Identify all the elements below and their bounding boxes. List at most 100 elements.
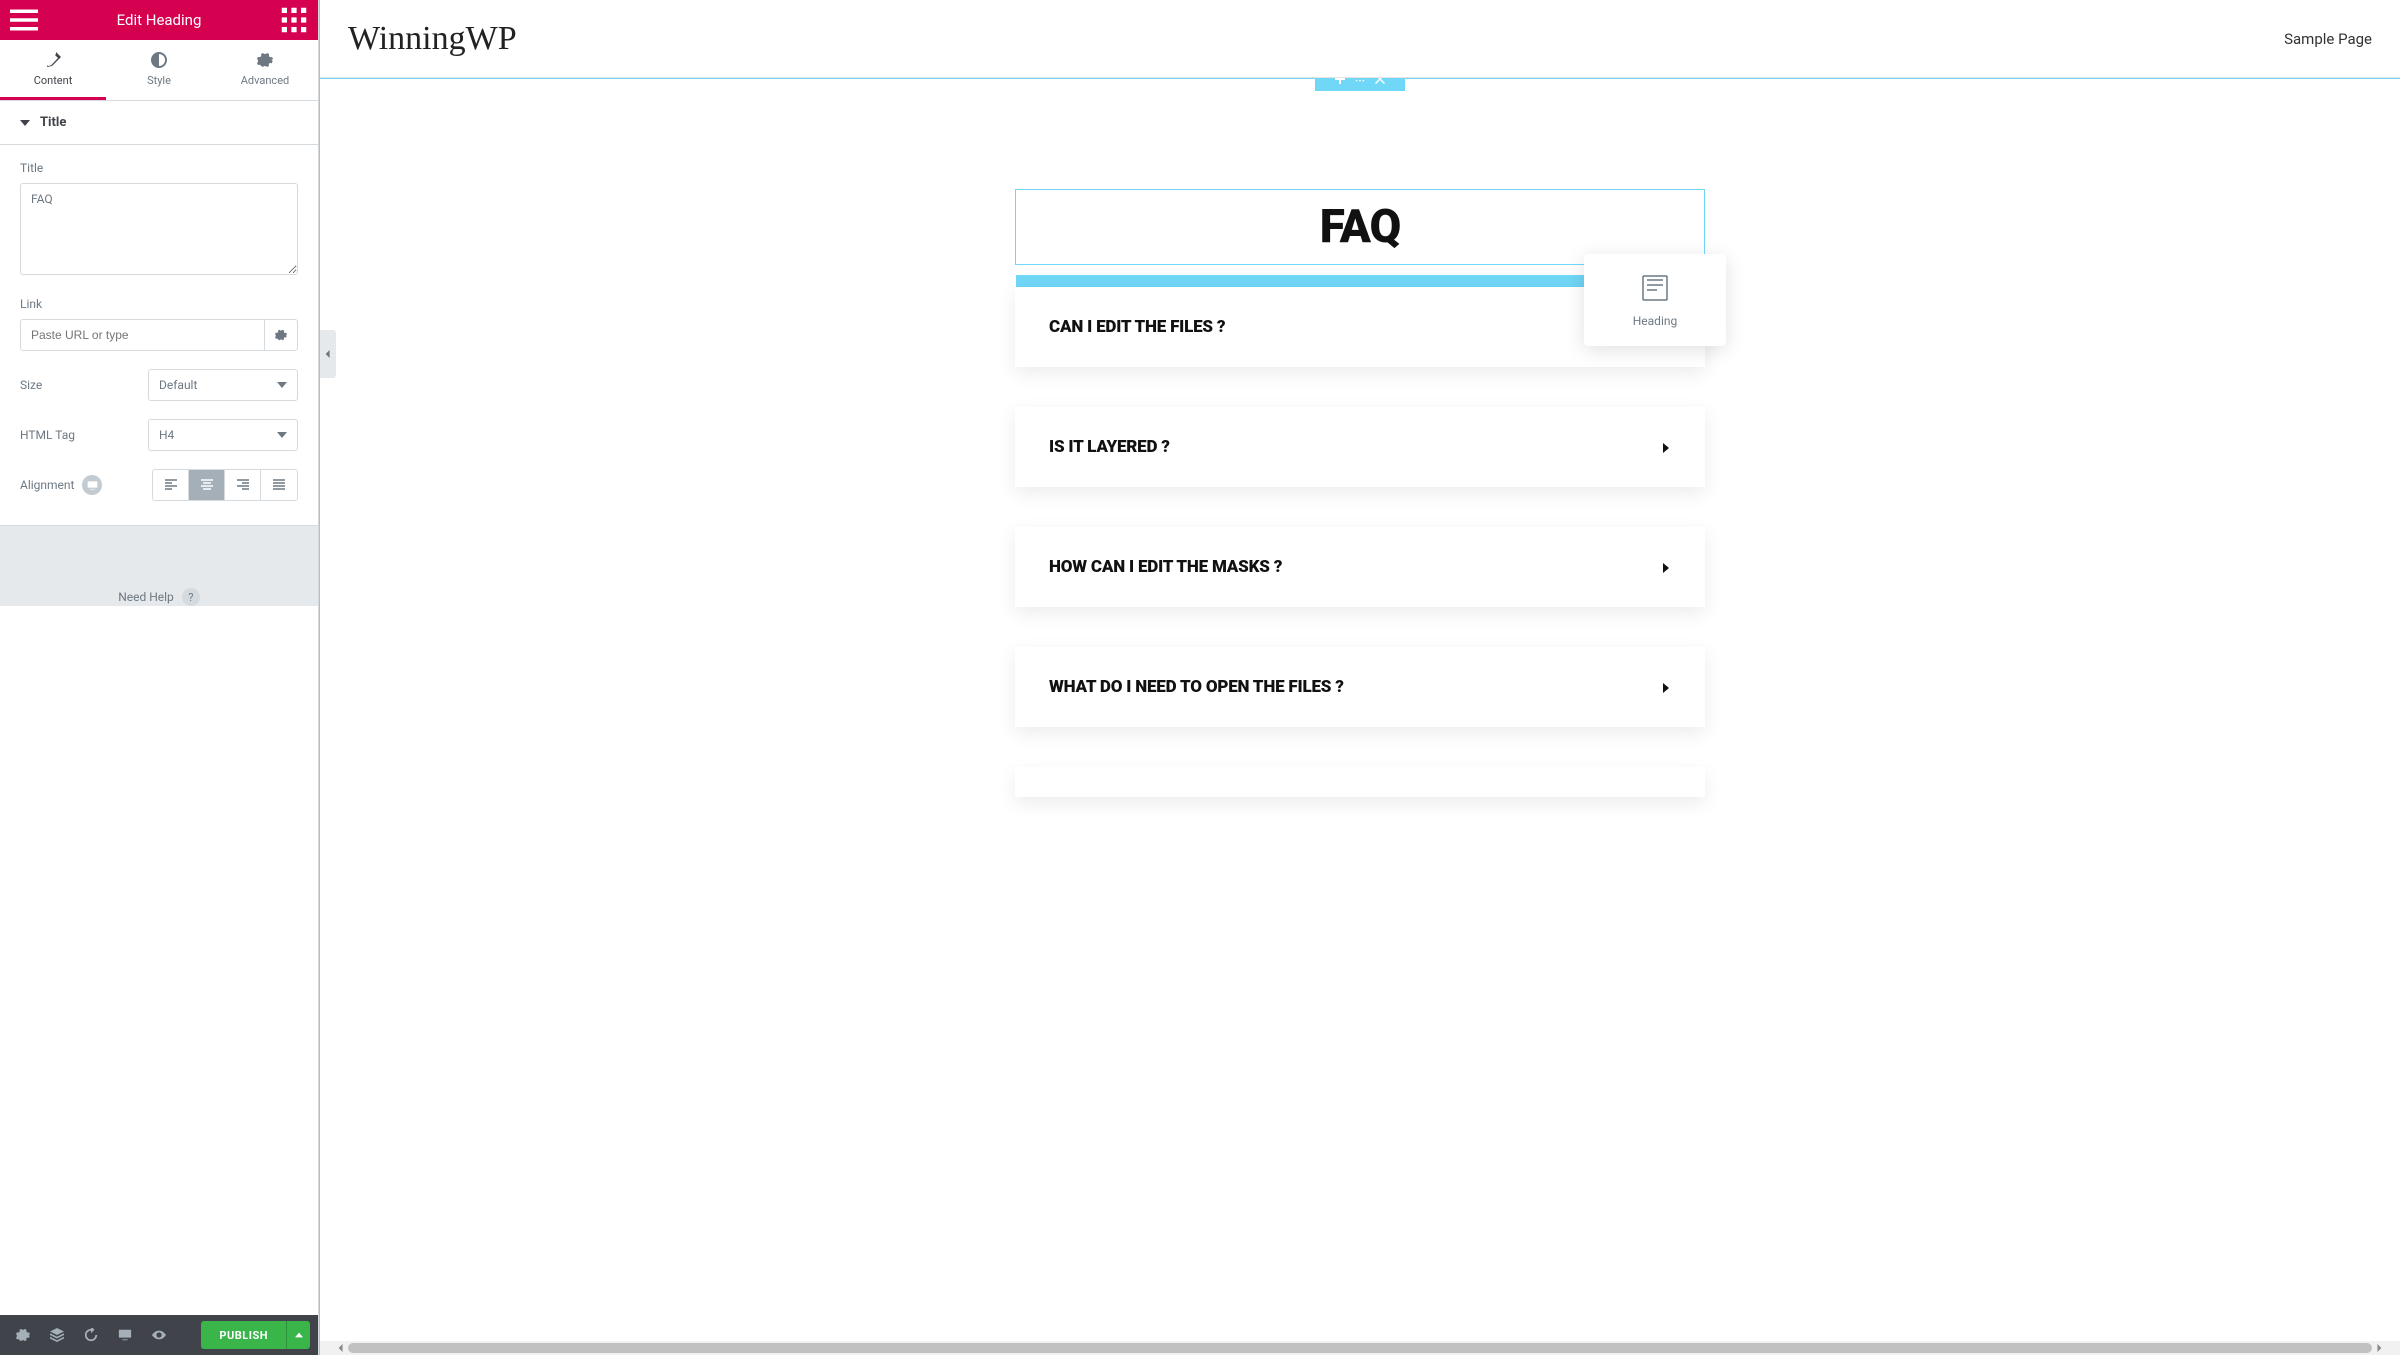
desktop-icon xyxy=(118,1328,132,1342)
controls: Title Link Size Default xyxy=(0,145,318,526)
alignment-control: Alignment xyxy=(20,469,298,501)
add-section-button[interactable] xyxy=(1335,78,1345,84)
grid-icon xyxy=(280,6,308,34)
link-input[interactable] xyxy=(20,319,264,351)
chevron-left-icon xyxy=(324,350,332,358)
menu-button[interactable] xyxy=(10,6,38,34)
site-header: WinningWP Sample Page xyxy=(320,0,2400,78)
accordion: CAN I EDIT THE FILES ? IS IT LAYERED ? H… xyxy=(1015,287,1705,797)
contrast-icon xyxy=(151,52,167,68)
accordion-item[interactable]: IS IT LAYERED ? xyxy=(1015,407,1705,487)
history-icon xyxy=(84,1328,98,1342)
delete-section-button[interactable] xyxy=(1375,78,1385,84)
dragging-widget-preview[interactable]: Heading xyxy=(1584,254,1726,346)
need-help-label: Need Help xyxy=(118,590,174,604)
section: FAQ Heading CAN I EDIT THE FILES ? xyxy=(320,78,2400,797)
section-handle xyxy=(1315,78,1405,91)
close-icon xyxy=(1375,78,1385,84)
navigator-button[interactable] xyxy=(42,1320,72,1350)
caret-right-icon xyxy=(1661,563,1671,573)
alignment-field-label: Alignment xyxy=(20,475,102,495)
align-right-button[interactable] xyxy=(225,470,261,500)
scrollbar-thumb[interactable] xyxy=(348,1343,2372,1353)
link-control: Link xyxy=(20,297,298,351)
gear-icon xyxy=(257,52,273,68)
publish-options-button[interactable] xyxy=(286,1321,310,1349)
preview-button[interactable] xyxy=(144,1320,174,1350)
plus-icon xyxy=(1335,78,1345,84)
heading-widget-selected[interactable]: FAQ Heading xyxy=(1015,189,1705,265)
history-button[interactable] xyxy=(76,1320,106,1350)
tab-style[interactable]: Style xyxy=(106,40,212,100)
panel-collapse-toggle[interactable] xyxy=(320,330,336,378)
accordion-title: IS IT LAYERED ? xyxy=(1049,437,1170,457)
panel-title: Edit Heading xyxy=(117,11,202,29)
need-help-link[interactable]: Need Help ? xyxy=(118,588,200,606)
publish-button[interactable]: PUBLISH xyxy=(201,1321,286,1349)
tab-advanced[interactable]: Advanced xyxy=(212,40,318,100)
html-tag-control: HTML Tag H4 xyxy=(20,419,298,451)
publish-group: PUBLISH xyxy=(201,1321,310,1349)
size-control: Size Default xyxy=(20,369,298,401)
panel-header: Edit Heading xyxy=(0,0,318,40)
faq-heading: FAQ xyxy=(1016,200,1704,254)
help-icon: ? xyxy=(182,588,200,606)
eye-icon xyxy=(152,1328,166,1342)
caret-right-icon xyxy=(1661,443,1671,453)
caret-down-icon xyxy=(20,118,30,128)
tab-style-label: Style xyxy=(147,74,171,87)
tab-advanced-label: Advanced xyxy=(241,74,289,87)
size-field-label: Size xyxy=(20,378,42,392)
size-select[interactable]: Default xyxy=(148,369,298,401)
preview-canvas: FAQ Heading CAN I EDIT THE FILES ? xyxy=(320,78,2400,1355)
accordion-item[interactable] xyxy=(1015,767,1705,797)
align-left-button[interactable] xyxy=(153,470,189,500)
panel-empty-area: Need Help ? xyxy=(0,526,318,606)
link-options-button[interactable] xyxy=(264,319,298,351)
section-title-toggle[interactable]: Title xyxy=(0,101,318,145)
tab-content[interactable]: Content xyxy=(0,40,106,100)
title-input[interactable] xyxy=(20,183,298,275)
pencil-icon xyxy=(45,52,61,68)
scroll-right-icon xyxy=(2372,1341,2386,1355)
edit-section-button[interactable] xyxy=(1355,78,1365,84)
caret-right-icon xyxy=(1661,683,1671,693)
html-tag-select[interactable]: H4 xyxy=(148,419,298,451)
gear-icon xyxy=(16,1328,30,1342)
hamburger-icon xyxy=(10,6,38,34)
dragging-widget-label: Heading xyxy=(1633,314,1678,328)
gear-icon xyxy=(275,329,287,341)
horizontal-scrollbar[interactable] xyxy=(320,1341,2400,1355)
widgets-grid-button[interactable] xyxy=(280,6,308,34)
caret-down-icon xyxy=(277,430,287,440)
section-title-label: Title xyxy=(40,115,66,130)
settings-button[interactable] xyxy=(8,1320,38,1350)
dots-icon xyxy=(1355,78,1365,84)
layers-icon xyxy=(50,1328,64,1342)
accordion-title: WHAT DO I NEED TO OPEN THE FILES ? xyxy=(1049,677,1344,697)
responsive-toggle[interactable] xyxy=(82,475,102,495)
bottom-bar: PUBLISH xyxy=(0,1315,318,1355)
align-justify-button[interactable] xyxy=(261,470,297,500)
responsive-button[interactable] xyxy=(110,1320,140,1350)
accordion-item[interactable]: HOW CAN I EDIT THE MASKS ? xyxy=(1015,527,1705,607)
accordion-item[interactable]: WHAT DO I NEED TO OPEN THE FILES ? xyxy=(1015,647,1705,727)
accordion-title: HOW CAN I EDIT THE MASKS ? xyxy=(1049,557,1282,577)
drop-indicator xyxy=(1016,275,1584,287)
site-title: WinningWP xyxy=(348,20,517,58)
title-field-label: Title xyxy=(20,161,298,175)
accordion-caret xyxy=(1661,678,1671,697)
accordion-caret xyxy=(1661,438,1671,457)
tab-content-label: Content xyxy=(34,74,73,87)
accordion-caret xyxy=(1661,558,1671,577)
align-center-button[interactable] xyxy=(189,470,225,500)
title-control: Title xyxy=(20,161,298,279)
html-tag-select-value: H4 xyxy=(159,428,174,442)
accordion-title: CAN I EDIT THE FILES ? xyxy=(1049,317,1225,337)
nav-sample-page[interactable]: Sample Page xyxy=(2284,30,2372,48)
link-field-label: Link xyxy=(20,297,298,311)
alignment-group xyxy=(152,469,298,501)
panel-tabs: Content Style Advanced xyxy=(0,40,318,101)
scroll-left-icon xyxy=(334,1341,348,1355)
caret-up-icon xyxy=(295,1331,303,1339)
